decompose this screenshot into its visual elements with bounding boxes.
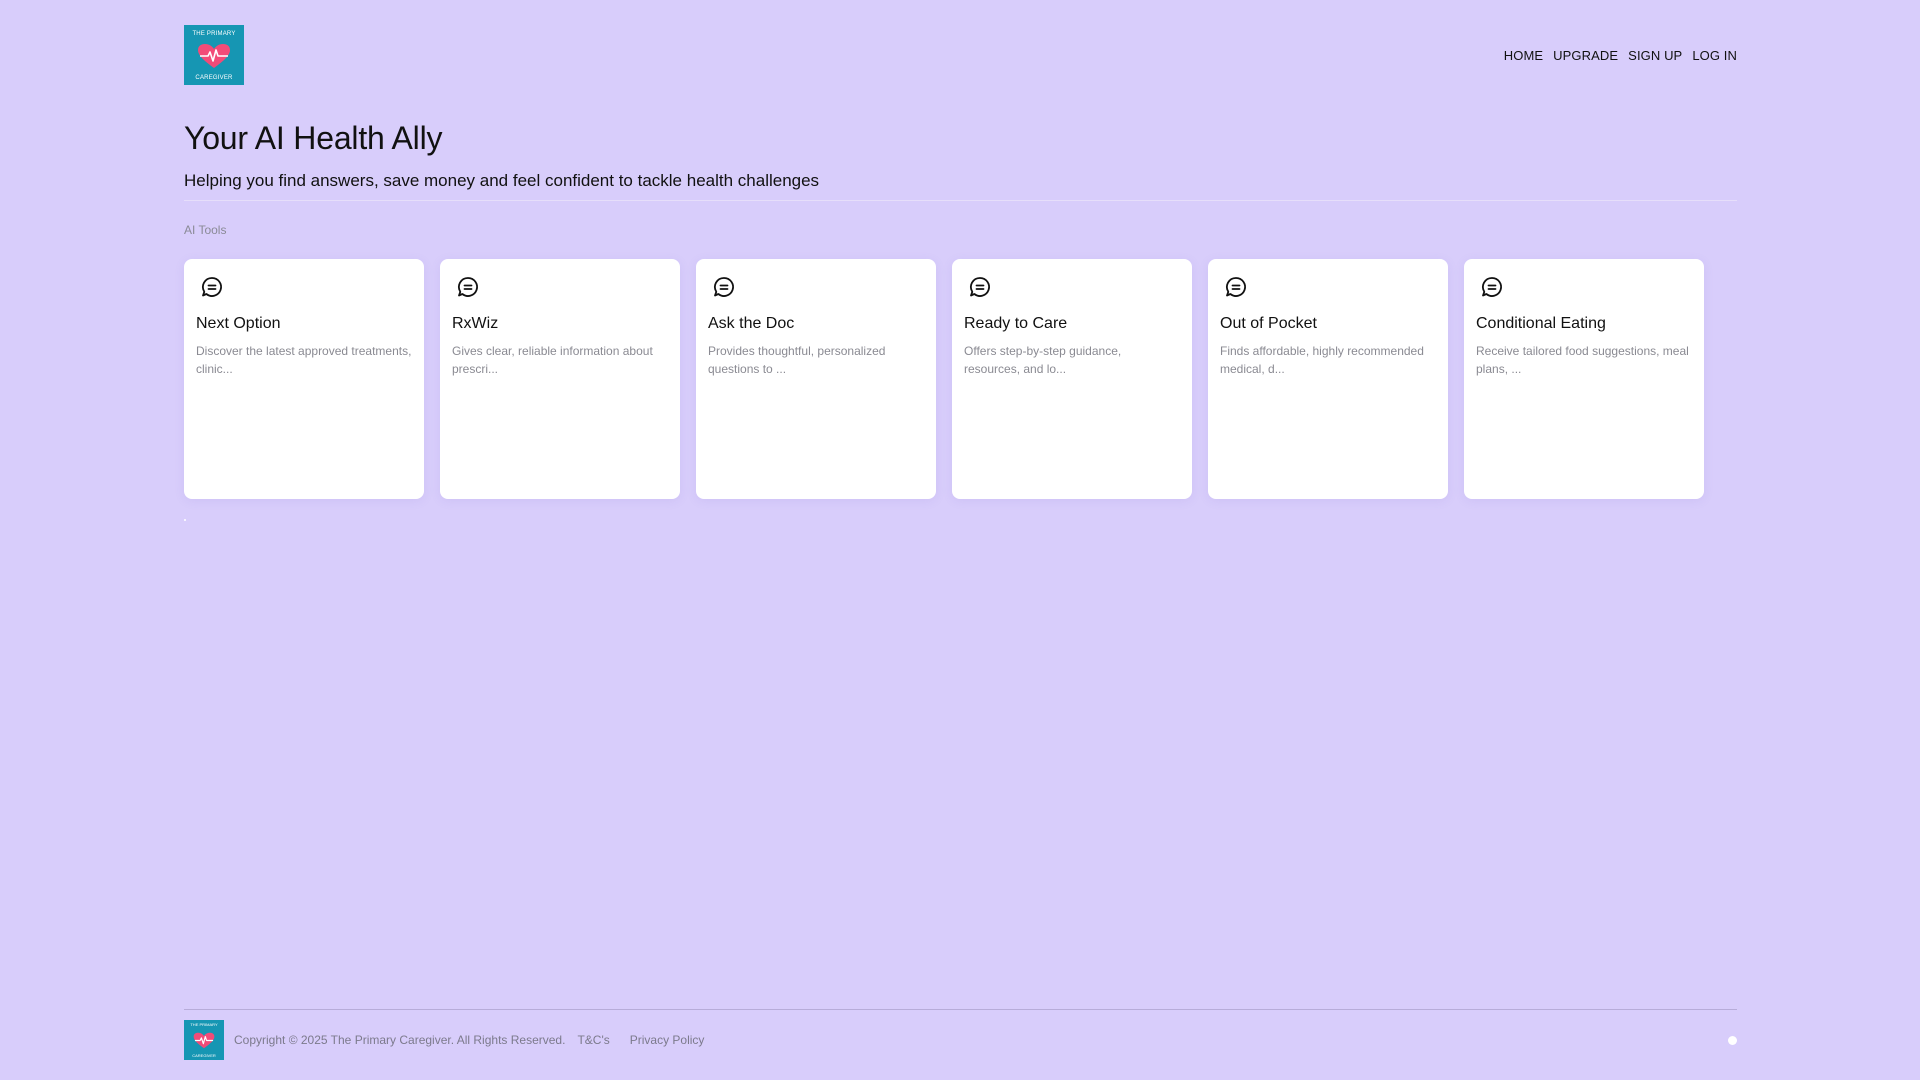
decorative-dot [184,519,186,521]
tool-card-out-of-pocket[interactable]: Out of Pocket Finds affordable, highly r… [1208,259,1448,499]
card-description: Receive tailored food suggestions, meal … [1476,344,1689,376]
chat-bubble-icon [1226,277,1246,297]
logo-text-bottom: CAREGIVER [195,75,233,81]
card-title: Next Option [196,315,281,332]
terms-link[interactable]: T&C's [577,1033,609,1047]
footer-logo[interactable]: THE PRIMARY CAREGIVER [184,1020,224,1060]
nav-signup-link[interactable]: SIGN UP [1628,48,1682,63]
logo-text-top: THE PRIMARY [192,31,236,37]
chat-bubble-icon [1482,277,1502,297]
tool-card-conditional-eating[interactable]: Conditional Eating Receive tailored food… [1464,259,1704,499]
site-header: THE PRIMARY CAREGIVER HOME UPGRADE SIGN … [184,25,1737,85]
section-label: AI Tools [184,223,227,237]
page-title: Your AI Health Ally [184,120,443,156]
chat-bubble-icon [202,277,222,297]
card-title: Conditional Eating [1476,315,1606,332]
tool-card-rxwiz[interactable]: RxWiz Gives clear, reliable information … [440,259,680,499]
footer-divider [184,1009,1737,1010]
heart-pulse-icon [198,44,230,68]
card-description: Offers step-by-step guidance, resources,… [964,344,1122,376]
brand-logo[interactable]: THE PRIMARY CAREGIVER [184,25,244,85]
tool-cards: Next Option Discover the latest approved… [184,259,1704,499]
chat-bubble-icon [458,277,478,297]
nav-home-link[interactable]: HOME [1504,48,1543,63]
tool-card-ask-the-doc[interactable]: Ask the Doc Provides thoughtful, persona… [696,259,936,499]
header-divider [184,200,1737,201]
card-title: Ready to Care [964,315,1068,332]
status-dot [1728,1035,1737,1045]
nav-login-link[interactable]: LOG IN [1692,48,1737,63]
logo-text-bottom: CAREGIVER [192,1053,216,1058]
card-description: Discover the latest approved treatments,… [196,344,412,376]
page-subtitle: Helping you find answers, save money and… [184,171,820,190]
page: THE PRIMARY CAREGIVER HOME UPGRADE SIGN … [0,0,1920,1080]
privacy-policy-link[interactable]: Privacy Policy [630,1033,705,1047]
card-description: Provides thoughtful, personalized questi… [708,344,886,376]
heart-pulse-icon [193,1032,215,1049]
card-title: RxWiz [452,315,499,332]
main-nav: HOME UPGRADE SIGN UP LOG IN [1504,48,1737,63]
logo-text-top: THE PRIMARY [190,1022,218,1027]
site-footer: THE PRIMARY CAREGIVER Copyright © 2025 T… [184,1020,1737,1060]
tool-card-next-option[interactable]: Next Option Discover the latest approved… [184,259,424,499]
nav-upgrade-link[interactable]: UPGRADE [1553,48,1618,63]
copyright-text: Copyright © 2025 The Primary Caregiver. … [234,1033,566,1047]
card-title: Ask the Doc [708,315,795,332]
tool-card-ready-to-care[interactable]: Ready to Care Offers step-by-step guidan… [952,259,1192,499]
card-title: Out of Pocket [1220,315,1317,332]
chat-bubble-icon [970,277,990,297]
card-description: Finds affordable, highly recommended med… [1220,344,1424,376]
card-description: Gives clear, reliable information about … [452,344,653,376]
chat-bubble-icon [714,277,734,297]
